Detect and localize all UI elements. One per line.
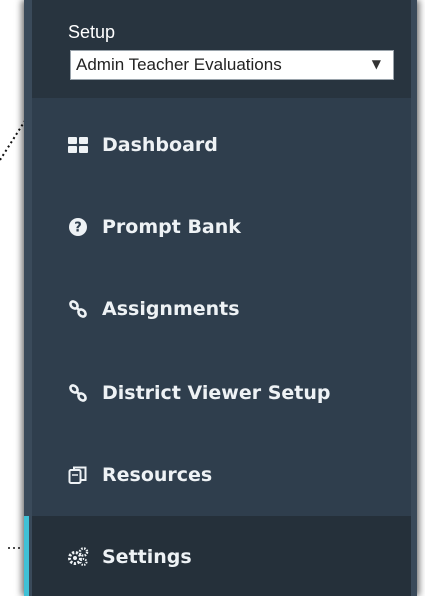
link-icon <box>67 382 89 404</box>
sidebar-item-resources[interactable]: Resources <box>32 434 411 516</box>
setup-select-value: Admin Teacher Evaluations <box>76 55 282 74</box>
sidebar-panel: Setup Admin Teacher Evaluations ▼ Dashbo… <box>24 0 417 596</box>
svg-text:?: ? <box>74 221 82 236</box>
sidebar-item-label: Assignments <box>102 298 240 320</box>
active-indicator <box>24 516 29 596</box>
sidebar-item-label: Resources <box>102 464 213 486</box>
link-icon <box>67 298 89 320</box>
sidebar-item-settings[interactable]: Settings <box>24 516 411 596</box>
chevron-down-icon: ▼ <box>371 57 381 71</box>
sidebar-left-border <box>24 0 32 596</box>
setup-select[interactable]: Admin Teacher Evaluations ▼ <box>70 50 394 80</box>
sidebar-item-label: District Viewer Setup <box>102 382 331 404</box>
sidebar-item-label: Settings <box>102 546 192 568</box>
sidebar-item-dashboard[interactable]: Dashboard <box>32 104 411 186</box>
dashboard-grid-icon <box>67 134 89 156</box>
setup-header: Setup Admin Teacher Evaluations ▼ <box>32 0 411 98</box>
sidebar-item-district-viewer-setup[interactable]: District Viewer Setup <box>32 352 411 434</box>
question-circle-icon: ? <box>67 216 89 238</box>
sidebar-item-label: Prompt Bank <box>102 216 241 238</box>
setup-label: Setup <box>68 22 116 42</box>
copy-icon <box>67 464 89 486</box>
sidebar-item-label: Dashboard <box>102 134 218 156</box>
sidebar-item-assignments[interactable]: Assignments <box>32 268 411 350</box>
sidebar-item-prompt-bank[interactable]: ? Prompt Bank <box>32 186 411 268</box>
gears-icon <box>67 546 89 568</box>
sidebar-right-border <box>411 0 417 596</box>
